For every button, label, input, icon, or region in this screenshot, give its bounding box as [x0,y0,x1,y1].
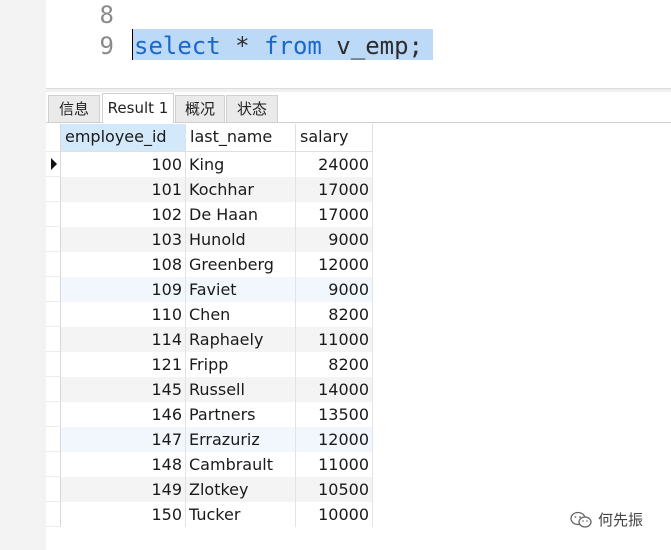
table-cell[interactable]: Chen [186,302,296,327]
table-cell[interactable]: 8200 [296,352,373,377]
row-header[interactable] [46,302,61,327]
table-cell[interactable]: 17000 [296,177,373,202]
left-panel-edge [0,0,46,550]
table-cell[interactable]: Zlotkey [186,477,296,502]
table-cell[interactable]: 24000 [296,152,373,177]
table-cell[interactable]: 100 [61,152,186,177]
table-cell[interactable]: 109 [61,277,186,302]
table-cell[interactable]: 13500 [296,402,373,427]
result-tabbar: 信息 Result 1 概况 状态 [46,92,671,123]
table-cell[interactable]: 102 [61,202,186,227]
keyword-from: from [264,32,322,60]
row-header[interactable] [46,277,61,302]
tab-result-1[interactable]: Result 1 [102,93,174,123]
tab-status[interactable]: 状态 [226,95,278,122]
table-cell[interactable]: 146 [61,402,186,427]
column-header[interactable]: salary [296,124,373,152]
table-cell[interactable]: 9000 [296,227,373,252]
table-cell[interactable]: Hunold [186,227,296,252]
table-cell[interactable]: Russell [186,377,296,402]
table-cell[interactable]: 12000 [296,427,373,452]
line-number: 9 [99,32,114,60]
table-cell[interactable]: 121 [61,352,186,377]
table-cell[interactable]: 108 [61,252,186,277]
column-header[interactable]: last_name [186,124,296,152]
table-cell[interactable]: 11000 [296,327,373,352]
line-number: 8 [99,1,114,29]
row-header[interactable] [46,252,61,277]
table-cell[interactable]: Kochhar [186,177,296,202]
table-cell[interactable]: 14000 [296,377,373,402]
table-cell[interactable]: 9000 [296,277,373,302]
table-cell[interactable]: Errazuriz [186,427,296,452]
table-cell[interactable]: 114 [61,327,186,352]
current-row-arrow-icon [51,158,57,170]
row-header[interactable] [46,427,61,452]
row-header[interactable] [46,352,61,377]
table-cell[interactable]: 10500 [296,477,373,502]
watermark-text: 何先振 [598,511,644,529]
table-cell[interactable]: 145 [61,377,186,402]
row-header[interactable] [46,227,61,252]
code-text: * [220,32,265,60]
table-cell[interactable]: Cambrault [186,452,296,477]
table-cell[interactable]: De Haan [186,202,296,227]
table-cell[interactable]: Greenberg [186,252,296,277]
table-cell[interactable]: 10000 [296,502,373,527]
watermark: 何先振 [570,509,643,530]
table-cell[interactable]: 8200 [296,302,373,327]
result-grid[interactable]: employee_id last_name salary 100 King 24000 10… [46,124,671,550]
keyword-select: select [134,32,221,60]
tab-info[interactable]: 信息 [48,95,100,122]
row-header[interactable] [46,452,61,477]
row-header[interactable] [46,177,61,202]
app-window: 8 9 select * from v_emp; 信息 Result 1 概况 … [0,0,671,550]
table-cell[interactable]: Partners [186,402,296,427]
table-cell[interactable]: King [186,152,296,177]
table-cell[interactable]: 147 [61,427,186,452]
tab-profile[interactable]: 概况 [175,95,225,122]
row-header[interactable] [46,377,61,402]
table-cell[interactable]: 101 [61,177,186,202]
row-header[interactable] [46,502,61,527]
row-header[interactable] [46,402,61,427]
row-header[interactable] [46,152,61,177]
code-line[interactable]: select * from v_emp; [134,31,423,61]
wechat-icon [570,511,592,528]
table-cell[interactable]: 103 [61,227,186,252]
code-text: v_emp; [321,32,424,60]
table-cell[interactable]: Tucker [186,502,296,527]
table-cell[interactable]: 12000 [296,252,373,277]
table-cell[interactable]: 150 [61,502,186,527]
text-caret [132,29,133,60]
row-header[interactable] [46,477,61,502]
table-cell[interactable]: 148 [61,452,186,477]
table-cell[interactable]: Fripp [186,352,296,377]
table-cell[interactable]: Raphaely [186,327,296,352]
column-header[interactable]: employee_id [61,124,186,152]
table-cell[interactable]: 17000 [296,202,373,227]
table-cell[interactable]: 149 [61,477,186,502]
row-header[interactable] [46,327,61,352]
grid-corner[interactable] [46,124,61,152]
table-cell[interactable]: 110 [61,302,186,327]
table-cell[interactable]: Faviet [186,277,296,302]
table-cell[interactable]: 11000 [296,452,373,477]
row-header[interactable] [46,202,61,227]
